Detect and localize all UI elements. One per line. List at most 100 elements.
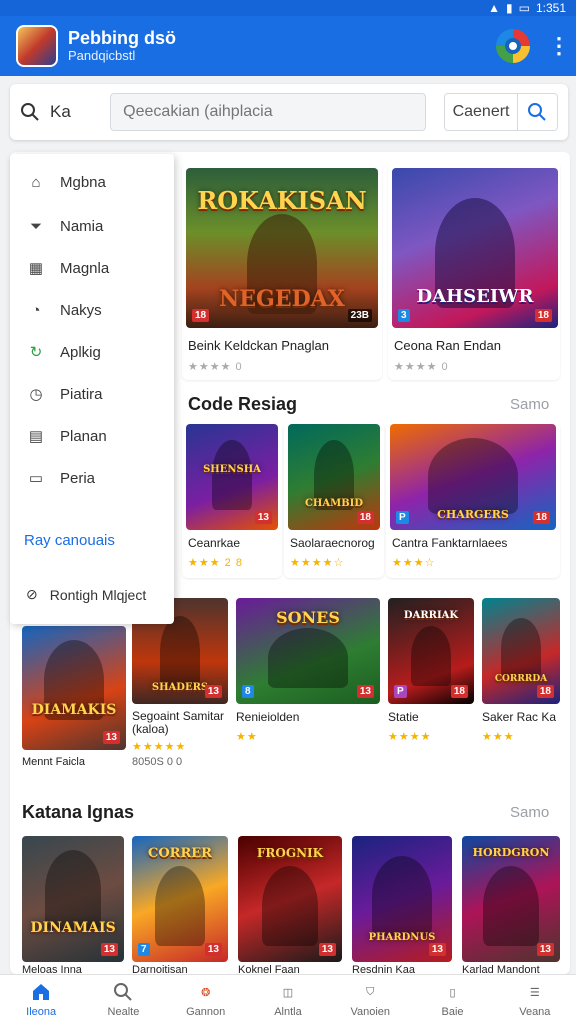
clock-icon: ◷	[29, 386, 43, 403]
filter-icon: ⏷	[29, 217, 42, 235]
drawer-item[interactable]: ⌂ Mgbna	[26, 172, 106, 192]
search-prefix[interactable]: Ka	[20, 102, 110, 122]
rating-badge: 13	[318, 943, 336, 956]
game-banner: CHAMBID	[304, 498, 364, 509]
search-submit-button[interactable]	[517, 94, 558, 130]
search-icon	[528, 103, 547, 121]
wifi-icon: ▲	[488, 1, 501, 15]
game-thumb[interactable]: DARRIAK P 18	[388, 598, 474, 704]
nav-menu[interactable]: ☰ Veana	[494, 975, 576, 1024]
rating-badge: 13	[428, 943, 446, 956]
game-card[interactable]: SHENSHA 13 Ceanrkae ★★★ 2 8	[182, 422, 282, 578]
rating-badge: 13	[536, 943, 554, 956]
game-thumb[interactable]: DIAMAKIS 13	[22, 626, 126, 750]
badge-icon: ◔	[31, 301, 41, 319]
game-thumb[interactable]: DINAMAIS 13	[22, 836, 124, 962]
block-icon: ⊘	[26, 586, 38, 602]
app-subtitle: Pandqicbstl	[68, 47, 136, 63]
game-rating: ★★	[236, 731, 258, 743]
search-actions: Caenert	[444, 93, 559, 131]
drawer-item-label: Planan	[60, 427, 107, 445]
drawer-item[interactable]: ↻ Aplkig	[26, 342, 101, 362]
grid-icon: ▦	[28, 260, 44, 277]
signal-icon: ▮	[506, 1, 513, 15]
drawer-footer[interactable]: ⊘ Rontigh Mlqject	[26, 586, 146, 603]
drawer-item-label: Nakys	[60, 301, 102, 319]
game-meta: 8050S 0 0	[132, 756, 183, 768]
drawer-item[interactable]: ⏷ Namia	[26, 216, 103, 236]
drawer-item-label: Aplkig	[60, 343, 101, 361]
search-icon	[21, 103, 39, 121]
section-more-link[interactable]: Samo	[510, 396, 549, 413]
drawer-item[interactable]: ◷ Piatira	[26, 384, 102, 404]
featured-card[interactable]: DAHSEIWR 3 18 Ceona Ran Endan ★★★★ 0	[388, 162, 560, 380]
featured-card[interactable]: ROKAKISAN NEGEDAX 18 23B Beink Keldckan …	[182, 162, 382, 380]
game-thumb[interactable]: HORDGRON 13	[462, 836, 560, 962]
game-thumb[interactable]: CORRRDA 18	[482, 598, 560, 704]
rating-badge: 18	[450, 685, 468, 698]
game-title: Saker Rac Ka	[482, 710, 557, 724]
battery-icon: ▭	[518, 1, 530, 15]
rating-badge: 18	[536, 685, 554, 698]
nav-label: Ileona	[26, 1006, 57, 1018]
game-thumb[interactable]: FROGNIK 13	[238, 836, 342, 962]
nav-library[interactable]: ▯ Baie	[411, 975, 493, 1024]
game-banner: FROGNIK	[256, 846, 324, 860]
drawer-link[interactable]: Ray canouais	[24, 532, 115, 549]
nav-label: Baie	[441, 1006, 464, 1018]
game-card[interactable]: CHARGERS P 18 Cantra Fanktarnlaees ★★★☆	[386, 422, 560, 578]
game-thumb[interactable]: CORRER 7 13	[132, 836, 228, 962]
apps-icon: ◫	[282, 986, 294, 999]
nav-apps[interactable]: ◫ Alntla	[247, 975, 329, 1024]
game-title: Statie	[388, 710, 419, 724]
nav-shield[interactable]: ⛉ Vanoien	[329, 975, 411, 1024]
search-icon	[112, 981, 134, 1003]
game-title: Segoaint Samitar (kaloa)	[132, 709, 225, 737]
rating-badge: 13	[204, 685, 222, 698]
section-more-link[interactable]: Samo	[510, 804, 549, 821]
game-title: Ceanrkae	[188, 536, 241, 550]
game-rating: ★★★	[482, 731, 515, 743]
age-badge: 3	[398, 309, 410, 322]
age-badge: 18	[192, 309, 210, 322]
age-badge: P	[396, 511, 409, 524]
nav-home[interactable]: Ileona	[0, 975, 82, 1024]
drawer-item[interactable]: ◔ Nakys	[26, 300, 102, 320]
game-banner: CHARGERS	[437, 508, 509, 521]
featured-banner-bottom: NEGEDAX	[219, 286, 345, 312]
home-icon	[30, 981, 52, 1003]
game-thumb[interactable]: PHARDNUS 13	[352, 836, 452, 962]
app-logo-icon[interactable]	[496, 29, 530, 63]
drawer-item-label: Namia	[60, 217, 104, 235]
game-banner: SONES	[276, 608, 340, 627]
nav-search[interactable]: Nealte	[82, 975, 164, 1024]
rating-badge: 18	[532, 511, 550, 524]
drawer-item[interactable]: ▭ Peria	[26, 468, 95, 488]
side-drawer: ⌂ Mgbna ⏷ Namia ▦ Magnla ◔ Nakys ↻ Aplki…	[10, 154, 174, 624]
game-rating: ★★★★☆	[290, 557, 345, 569]
game-rating: ★★★★ 0	[394, 361, 449, 373]
cancel-button[interactable]: Caenert	[445, 94, 518, 130]
rating-badge: 13	[102, 731, 120, 744]
nav-label: Veana	[519, 1006, 551, 1018]
game-thumb[interactable]: SONES 8 13	[236, 598, 380, 704]
game-banner: CORRRDA	[494, 674, 548, 684]
drawer-item[interactable]: ▦ Magnla	[26, 258, 109, 278]
game-card[interactable]: CHAMBID 18 Saolaraecnorog ★★★★☆	[284, 422, 384, 578]
drawer-item-label: Magnla	[60, 259, 110, 277]
game-rating: ★★★☆	[392, 557, 436, 569]
featured-thumb: DAHSEIWR 3 18	[392, 168, 558, 328]
nav-games[interactable]: ❂ Gannon	[165, 975, 247, 1024]
drawer-item[interactable]: ▤ Planan	[26, 426, 107, 446]
refresh-icon: ↻	[29, 344, 43, 361]
drawer-item-label: Mgbna	[60, 173, 106, 191]
kebab-icon[interactable]: ⋮	[548, 33, 570, 59]
game-rating: ★★★ 2 8	[188, 557, 243, 569]
game-thumb: SHENSHA 13	[186, 424, 278, 530]
bottom-nav: Ileona Nealte ❂ Gannon ◫ Alntla ⛉ Vanoie…	[0, 974, 576, 1024]
search-input[interactable]	[110, 93, 427, 131]
game-avatar-icon[interactable]	[16, 25, 58, 67]
game-title: Cantra Fanktarnlaees	[392, 536, 508, 550]
calendar-icon: ▤	[28, 428, 44, 445]
game-thumb: CHAMBID 18	[288, 424, 380, 530]
